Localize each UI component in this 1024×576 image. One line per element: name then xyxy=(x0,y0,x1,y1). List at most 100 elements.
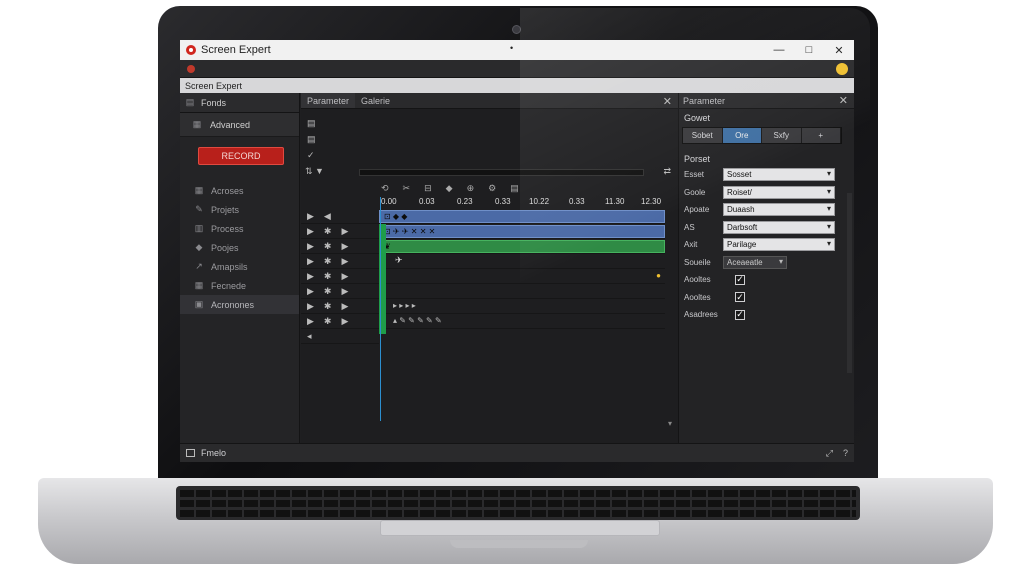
scrollbar[interactable] xyxy=(847,193,852,373)
track-header[interactable]: ▶ ✱ ▶ xyxy=(301,224,379,239)
track-header[interactable]: ▶ ✱ ▶ xyxy=(301,239,379,254)
panel-icon[interactable] xyxy=(186,449,195,457)
tab-galerie[interactable]: Galerie xyxy=(355,93,396,108)
playhead[interactable] xyxy=(380,197,381,421)
title-bar: Screen Expert • — □ ✕ xyxy=(180,40,854,60)
sidebar-header[interactable]: ▤ Fonds xyxy=(180,93,299,113)
record-button[interactable]: RECORD xyxy=(198,147,284,165)
track-header[interactable]: ▶ ✱ ▶ xyxy=(301,254,379,269)
video-clip[interactable]: ⊡ ✈ ✈ ✕ ✕ ✕ xyxy=(379,225,665,238)
sidebar-item[interactable]: ▥ Process xyxy=(180,219,299,238)
split-icon[interactable]: ⊟ xyxy=(424,183,432,195)
property-select[interactable]: Roiset/ xyxy=(723,185,835,199)
zoom-icon[interactable]: ⊕ xyxy=(467,183,475,195)
minimize-button[interactable]: — xyxy=(764,40,794,60)
notification-icon[interactable] xyxy=(836,63,848,75)
star-icon[interactable]: ✱ xyxy=(324,316,332,327)
track-lane: ⊡ ◆ ◆ xyxy=(379,209,665,224)
track-lane xyxy=(379,284,665,299)
play-icon[interactable]: ▶ xyxy=(307,271,314,282)
property-select[interactable]: Darbsoft xyxy=(723,220,835,234)
play-icon[interactable]: ▶ xyxy=(341,286,348,297)
play-icon[interactable]: ▶ xyxy=(307,226,314,237)
play-icon[interactable]: ▶ xyxy=(341,241,348,252)
back-icon[interactable]: ◀ xyxy=(324,211,331,222)
close-button[interactable]: ✕ xyxy=(824,40,854,60)
star-icon[interactable]: ✱ xyxy=(324,256,332,267)
loop-icon[interactable]: ⟲ xyxy=(381,183,389,195)
checkbox[interactable]: ✓ xyxy=(735,292,745,303)
sidebar-item[interactable]: ▦ Acroses xyxy=(180,181,299,200)
close-icon[interactable]: ✕ xyxy=(663,95,672,108)
property-select[interactable]: Parilage xyxy=(723,238,835,252)
play-icon[interactable]: ▶ xyxy=(341,256,348,267)
play-icon[interactable]: ▶ xyxy=(307,301,314,312)
scrub-track[interactable] xyxy=(359,169,644,176)
play-icon[interactable]: ▶ xyxy=(341,301,348,312)
play-icon[interactable]: ▶ xyxy=(307,256,314,267)
track-header[interactable]: ◂ xyxy=(301,329,379,344)
sidebar-item[interactable]: ✎ Projets xyxy=(180,200,299,219)
track-header[interactable]: ▶ ✱ ▶ xyxy=(301,314,379,329)
play-icon[interactable]: ▶ xyxy=(341,226,348,237)
segment-option[interactable]: Sxfy xyxy=(762,128,802,143)
export-icon[interactable]: ▤ xyxy=(510,183,519,195)
star-icon[interactable]: ✱ xyxy=(324,301,332,312)
track-header[interactable]: ▶ ✱ ▶ xyxy=(301,284,379,299)
tab-parameter[interactable]: Parameter xyxy=(301,93,356,108)
check-icon[interactable]: ✓ xyxy=(307,147,316,163)
marker-dot-icon[interactable]: ● xyxy=(656,271,661,280)
grid-icon: ▦ xyxy=(192,119,202,129)
audio-clip[interactable]: ❦ xyxy=(379,240,665,253)
star-icon[interactable]: ✱ xyxy=(324,241,332,252)
cut-icon[interactable]: ✂ xyxy=(403,183,411,195)
sidebar-advanced[interactable]: ▦ Advanced xyxy=(180,113,299,137)
play-icon[interactable]: ▶ xyxy=(307,211,314,222)
track-header[interactable]: ▶ ✱ ▶ xyxy=(301,269,379,284)
play-icon[interactable]: ▶ xyxy=(341,316,348,327)
close-icon[interactable]: ✕ xyxy=(839,94,848,107)
checkbox[interactable]: ✓ xyxy=(735,309,745,320)
video-clip[interactable]: ⊡ ◆ ◆ xyxy=(379,210,665,223)
star-icon[interactable]: ✱ xyxy=(324,226,332,237)
back-icon[interactable]: ◂ xyxy=(307,331,312,342)
play-icon[interactable]: ▶ xyxy=(341,271,348,282)
scroll-down-icon[interactable]: ▾ xyxy=(668,419,672,428)
track-lane: ● xyxy=(379,269,665,284)
segment-option[interactable]: + xyxy=(801,128,841,143)
filter-icon[interactable]: ⇅ ▼ xyxy=(305,166,324,177)
sidebar-item[interactable]: ↗ Amapsils xyxy=(180,257,299,276)
track-lane: ▸ ▸ ▸ ▸ xyxy=(379,299,665,314)
property-select[interactable]: Aceaeatle xyxy=(723,255,787,269)
grid-icon: ▦ xyxy=(194,280,204,290)
document-icon[interactable]: ▤ xyxy=(307,115,316,131)
play-icon[interactable]: ▶ xyxy=(307,286,314,297)
sidebar-item[interactable]: ▦ Fecnede xyxy=(180,276,299,295)
sidebar-item[interactable]: ▣ Acronones xyxy=(180,295,299,314)
page-icon[interactable]: ▤ xyxy=(307,131,316,147)
property-select[interactable]: Sosset xyxy=(723,168,835,182)
clip-label: ⊡ ✈ ✈ ✕ ✕ ✕ xyxy=(384,227,436,236)
property-row: Esset Sosset xyxy=(679,166,854,184)
track-header[interactable]: ▶ ✱ ▶ xyxy=(301,299,379,314)
maximize-button[interactable]: □ xyxy=(794,40,824,60)
sidebar-item[interactable]: ◆ Poojes xyxy=(180,238,299,257)
star-icon[interactable]: ✱ xyxy=(324,286,332,297)
play-icon[interactable]: ▶ xyxy=(307,316,314,327)
ruler-tick: 10.22 xyxy=(529,197,550,206)
resize-icon[interactable]: ⤢ xyxy=(826,448,833,459)
help-icon[interactable]: ? xyxy=(843,448,848,459)
star-icon[interactable]: ✱ xyxy=(324,271,332,282)
properties-header: Parameter ✕ xyxy=(679,93,854,109)
record-indicator-icon[interactable] xyxy=(187,65,195,73)
segment-option-selected[interactable]: Ore xyxy=(722,128,762,143)
checkbox-label: Aooltes xyxy=(684,292,711,302)
play-icon[interactable]: ▶ xyxy=(307,241,314,252)
checkbox[interactable]: ✓ xyxy=(735,274,745,285)
segment-option[interactable]: Sobet xyxy=(683,128,723,143)
track-header[interactable]: ▶ ◀ xyxy=(301,209,379,224)
property-select[interactable]: Duaash xyxy=(723,203,835,217)
expand-icon[interactable]: ⇄ xyxy=(663,166,671,177)
marker-icon[interactable]: ◆ xyxy=(446,183,453,195)
settings-icon[interactable]: ⚙ xyxy=(488,183,496,195)
